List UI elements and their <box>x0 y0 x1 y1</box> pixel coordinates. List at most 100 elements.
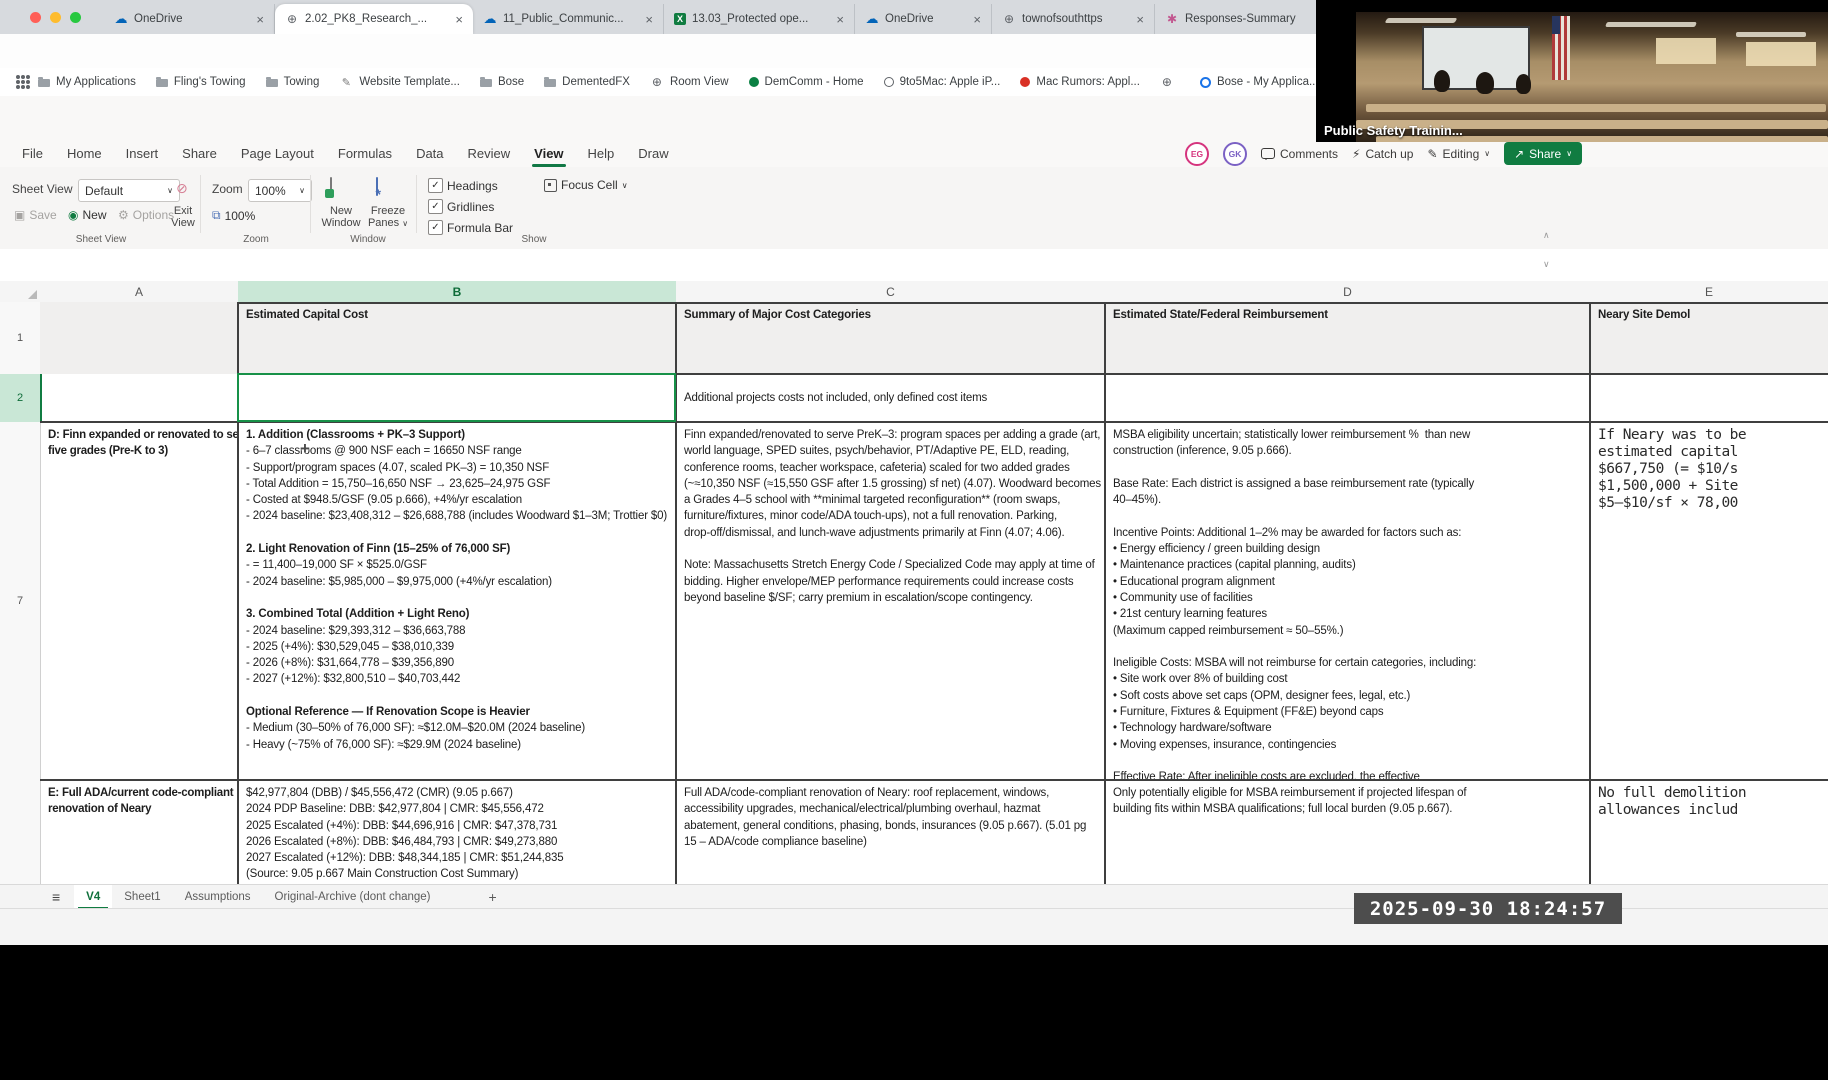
comments-button[interactable]: Comments <box>1261 147 1338 161</box>
gridlines-checkbox[interactable]: ✓ Gridlines <box>428 199 494 214</box>
sheet-list-icon[interactable]: ≡ <box>52 889 60 905</box>
menu-item[interactable]: Share <box>170 140 229 167</box>
cell-D1[interactable]: Estimated State/Federal Reimbursement <box>1105 302 1590 374</box>
cell-E1[interactable]: Neary Site Demol <box>1590 302 1828 374</box>
cell-C8[interactable]: Full ADA/code-compliant renovation of Ne… <box>676 780 1105 884</box>
bookmark-item[interactable]: Website Template... <box>339 75 460 89</box>
bookmark-item[interactable]: Fling's Towing <box>156 76 246 88</box>
bookmark-item[interactable]: Room View <box>650 75 729 89</box>
close-window-icon[interactable] <box>30 12 41 23</box>
sheet-tab[interactable]: Assumptions <box>173 885 263 909</box>
new-window-icon[interactable] <box>330 177 332 196</box>
view-options-button[interactable]: ⚙ Options <box>118 208 174 222</box>
browser-tab[interactable]: townofsouthttps × <box>992 4 1155 34</box>
cell-E8[interactable]: No full demolitionallowances includ <box>1590 780 1828 884</box>
bookmark-item[interactable]: DemComm - Home <box>749 76 864 88</box>
column-header[interactable]: D <box>1105 281 1591 303</box>
new-window-button[interactable]: NewWindow <box>320 205 362 229</box>
cell-B1[interactable]: Estimated Capital Cost <box>238 302 676 374</box>
browser-tab[interactable]: Responses-Summary × <box>1155 4 1336 34</box>
browser-tab[interactable]: 13.03_Protected ope... × <box>664 4 855 34</box>
cell-D8[interactable]: Only potentially eligible for MSBA reimb… <box>1105 780 1590 884</box>
window-glow <box>1656 38 1716 64</box>
row-header-8[interactable] <box>0 780 41 884</box>
row-header-1[interactable]: 1 <box>0 302 41 374</box>
cell-B8[interactable]: $42,977,804 (DBB) / $45,556,472 (CMR) (9… <box>238 780 676 884</box>
menu-item[interactable]: Data <box>404 140 455 167</box>
share-button[interactable]: ↗ Share ∨ <box>1504 142 1582 165</box>
browser-tab[interactable]: OneDrive × <box>104 4 275 34</box>
headings-checkbox[interactable]: ✓ Headings <box>428 178 498 193</box>
sheet-view-eye-icon[interactable]: ⊘ <box>176 180 188 197</box>
column-header[interactable]: B <box>238 281 677 304</box>
sheet-tab[interactable]: Original-Archive (dont change) <box>263 885 443 909</box>
menu-item[interactable]: Draw <box>626 140 680 167</box>
tab-close-icon[interactable]: × <box>455 12 463 27</box>
browser-tab[interactable]: 11_Public_Communic... × <box>473 4 664 34</box>
bookmark-favicon <box>156 79 168 87</box>
cell-B7[interactable]: 1. Addition (Classrooms + PK–3 Support)-… <box>238 422 676 780</box>
video-overlay[interactable]: Public Safety Trainin... <box>1316 0 1828 142</box>
formula-bar-checkbox[interactable]: ✓ Formula Bar <box>428 220 513 235</box>
menu-item[interactable]: Formulas <box>326 140 404 167</box>
window-controls[interactable] <box>30 12 81 23</box>
zoom-100-button[interactable]: ⧉ 100% <box>212 208 255 223</box>
column-header[interactable]: C <box>676 281 1106 303</box>
tab-close-icon[interactable]: × <box>973 12 981 27</box>
freeze-panes-button[interactable]: FreezePanes ∨ <box>366 205 410 230</box>
browser-tab[interactable]: OneDrive × <box>855 4 992 34</box>
cell-C2[interactable]: Additional projects costs not included, … <box>676 374 1105 422</box>
avatar[interactable]: GK <box>1223 142 1247 166</box>
cell-C1[interactable]: Summary of Major Cost Categories <box>676 302 1105 374</box>
catch-up-button[interactable]: ⚡ Catch up <box>1352 147 1413 161</box>
focus-cell-button[interactable]: Focus Cell ∨ <box>544 178 628 192</box>
menu-item[interactable]: Help <box>576 140 627 167</box>
cell-A8[interactable]: E: Full ADA/current code-compliantrenova… <box>40 780 238 884</box>
sheet-tab[interactable]: Sheet1 <box>112 885 172 909</box>
zoom-dropdown[interactable]: 100%∨ <box>248 179 312 202</box>
bookmark-item[interactable]: 9to5Mac: Apple iP... <box>884 76 1001 88</box>
column-header[interactable]: A <box>40 281 239 303</box>
collapse-ribbon-icon[interactable]: ∧ <box>1543 230 1550 241</box>
row-header-2[interactable]: 2 <box>0 374 42 422</box>
bookmark-item[interactable]: Bose - My Applica... <box>1200 76 1319 88</box>
bookmark-item[interactable]: DementedFX <box>544 76 630 88</box>
cell-C7[interactable]: Finn expanded/renovated to serve PreK–3:… <box>676 422 1105 780</box>
editing-mode-button[interactable]: ✎ Editing ∨ <box>1427 147 1490 161</box>
add-sheet-icon[interactable]: + <box>489 889 497 905</box>
maximize-window-icon[interactable] <box>70 12 81 23</box>
sheet-view-dropdown[interactable]: Default∨ <box>78 179 180 202</box>
new-view-button[interactable]: ◉ New <box>68 208 107 222</box>
group-label: Sheet View <box>6 234 196 245</box>
bookmark-item[interactable]: Towing <box>266 76 320 88</box>
minimize-window-icon[interactable] <box>50 12 61 23</box>
menu-item[interactable]: View <box>522 140 575 167</box>
bookmark-item[interactable] <box>1160 75 1180 89</box>
cell-A7[interactable]: D: Finn expanded or renovated to servefi… <box>40 422 238 780</box>
select-all-corner[interactable] <box>0 281 41 303</box>
menu-item[interactable]: Home <box>55 140 114 167</box>
menu-item[interactable]: Insert <box>114 140 171 167</box>
bookmark-item[interactable]: Bose <box>480 76 524 88</box>
bookmark-item[interactable]: Mac Rumors: Appl... <box>1020 76 1140 88</box>
tab-close-icon[interactable]: × <box>836 12 844 27</box>
exit-view-button[interactable]: ExitView <box>168 205 198 229</box>
browser-tab[interactable]: 2.02_PK8_Research_... × <box>275 4 473 34</box>
sheet-tab[interactable]: V4 <box>74 885 112 909</box>
tab-close-icon[interactable]: × <box>256 12 264 27</box>
menu-item[interactable]: File <box>10 140 55 167</box>
cell-E7[interactable]: If Neary was to beestimated capital$667,… <box>1590 422 1828 780</box>
cell-D7[interactable]: MSBA eligibility uncertain; statisticall… <box>1105 422 1590 780</box>
avatar[interactable]: EG <box>1185 142 1209 166</box>
menu-item[interactable]: Page Layout <box>229 140 326 167</box>
bookmark-item[interactable]: My Applications <box>38 76 136 88</box>
expand-formula-bar-icon[interactable]: ∨ <box>1543 259 1550 270</box>
column-header[interactable]: E <box>1590 281 1828 303</box>
save-view-button[interactable]: ▣ Save <box>14 208 57 222</box>
row-header-7[interactable]: 7 <box>0 422 41 780</box>
freeze-panes-icon[interactable] <box>376 177 378 196</box>
apps-grid-icon[interactable] <box>16 75 20 79</box>
tab-close-icon[interactable]: × <box>1136 12 1144 27</box>
menu-item[interactable]: Review <box>456 140 523 167</box>
tab-close-icon[interactable]: × <box>645 12 653 27</box>
